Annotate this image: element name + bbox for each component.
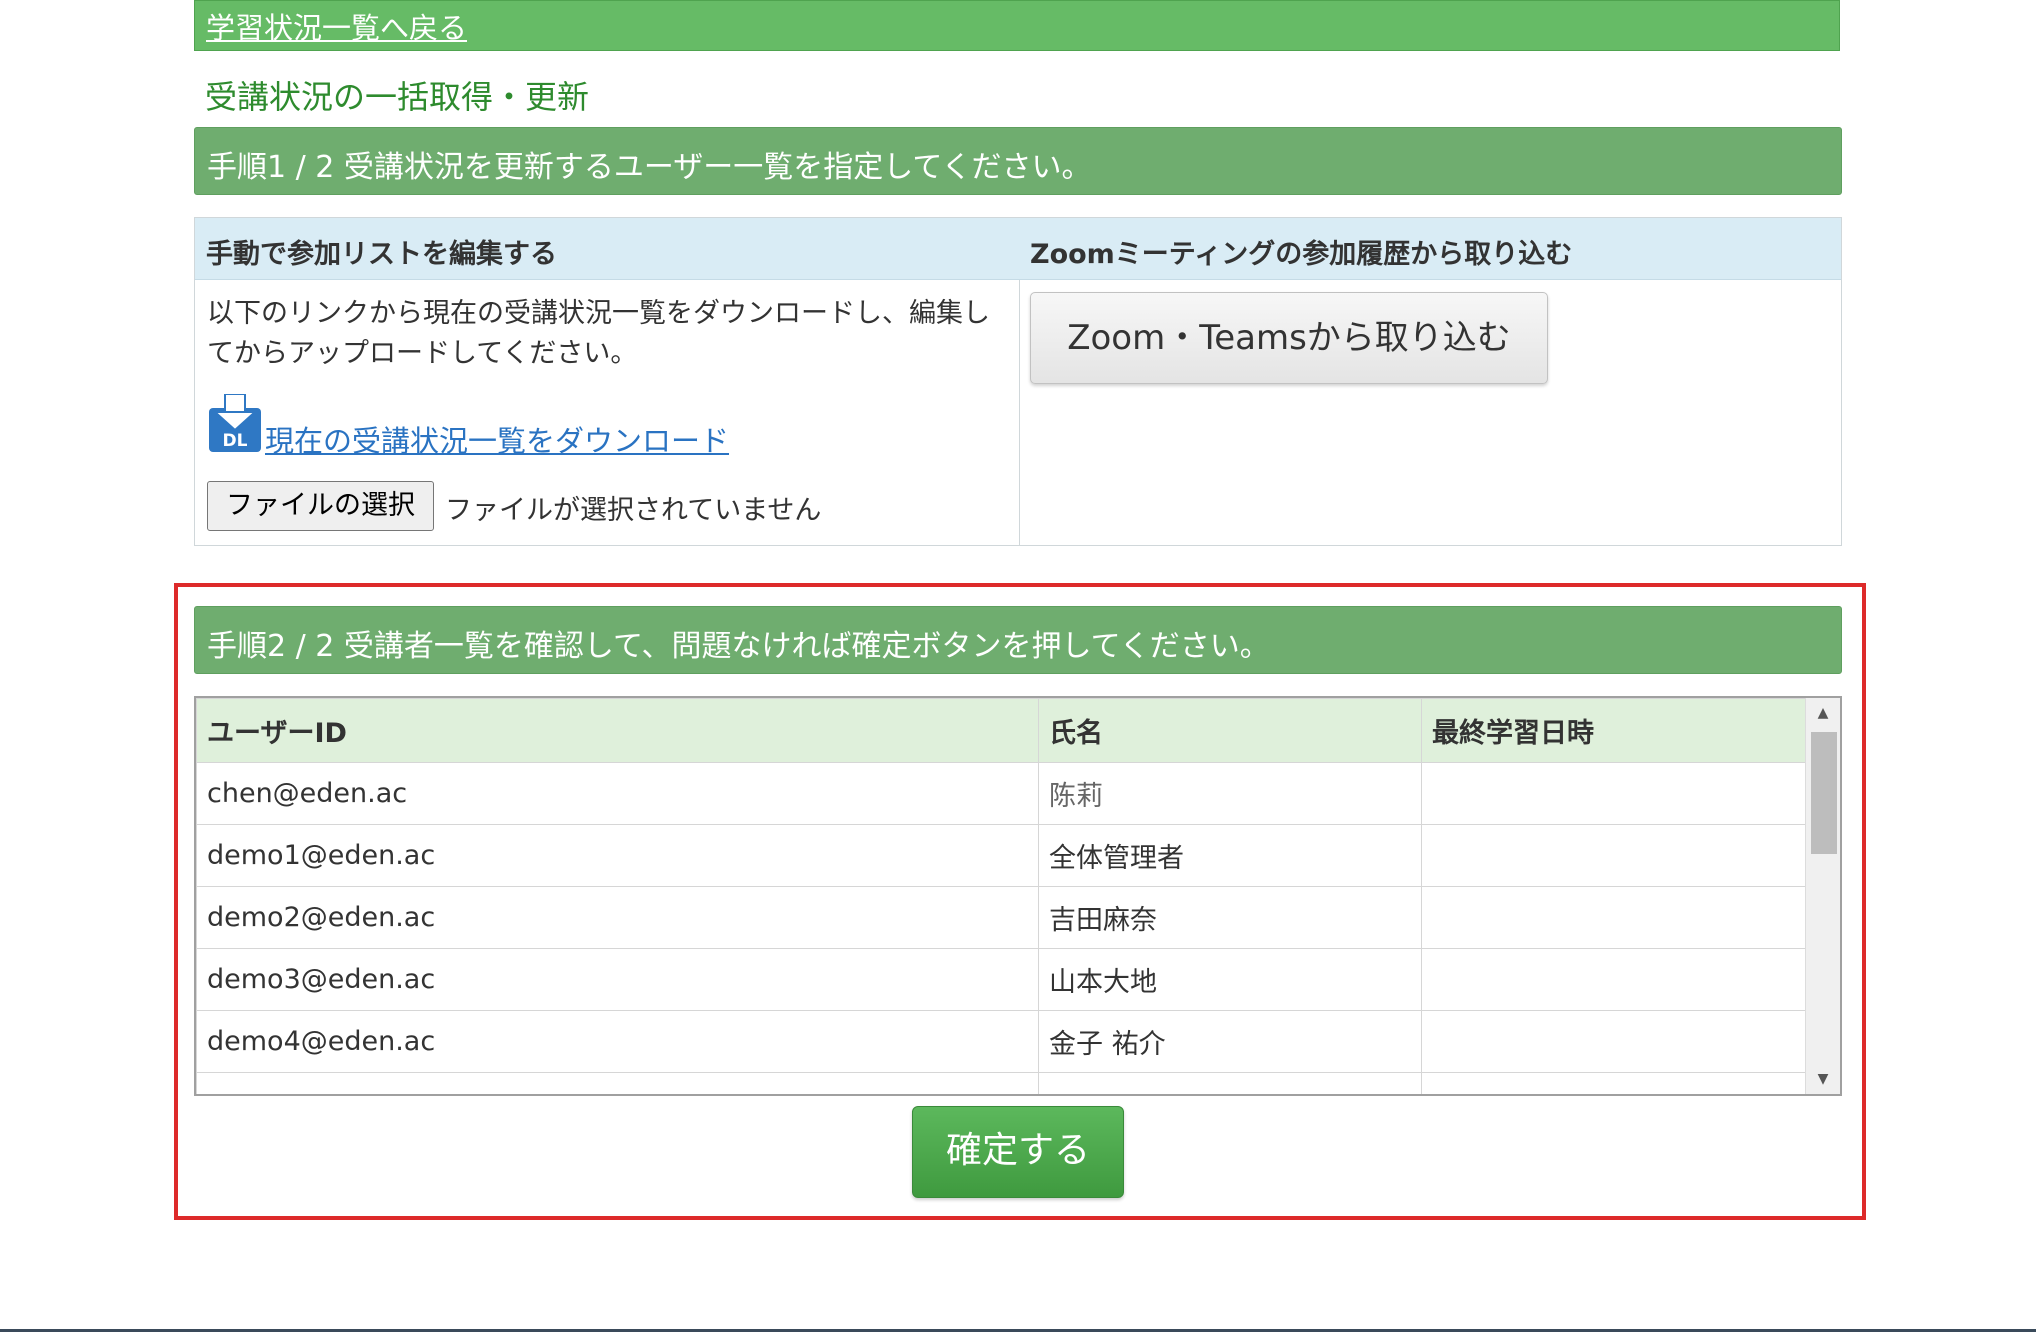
manual-edit-header: 手動で参加リストを編集する: [195, 218, 1019, 280]
cell-name: 山本大地: [1038, 948, 1422, 1011]
step2-header: 手順2 / 2 受講者一覧を確認して、問題なければ確定ボタンを押してください。: [194, 606, 1842, 674]
zoom-teams-import-button[interactable]: Zoom・Teamsから取り込む: [1030, 292, 1548, 384]
cell-last-study: [1421, 762, 1807, 825]
cell-name: 金子 祐介: [1038, 1010, 1422, 1073]
scrollbar-thumb[interactable]: [1811, 732, 1837, 854]
table-row: demo4@eden.ac 金子 祐介: [196, 1010, 1807, 1073]
cell-user-id: [196, 1072, 1039, 1094]
download-status-link[interactable]: 現在の受講状況一覧をダウンロード: [265, 418, 729, 460]
download-icon[interactable]: DL: [209, 394, 261, 452]
step1-panel: 手動で参加リストを編集する 以下のリンクから現在の受講状況一覧をダウンロードし、…: [194, 217, 1842, 546]
cell-user-id: demo4@eden.ac: [196, 1010, 1039, 1073]
column-header-name: 氏名: [1038, 698, 1422, 763]
cell-last-study: [1421, 886, 1807, 949]
top-nav-bar: 学習状況一覧へ戻る: [194, 0, 1840, 51]
confirm-button[interactable]: 確定する: [912, 1106, 1124, 1198]
table-row: demo1@eden.ac 全体管理者: [196, 824, 1807, 887]
table-row: demo2@eden.ac 吉田麻奈: [196, 886, 1807, 949]
scroll-up-arrow-icon[interactable]: ▲: [1806, 698, 1840, 728]
choose-file-button[interactable]: ファイルの選択: [207, 481, 434, 531]
file-status-text: ファイルが選択されていません: [445, 495, 822, 526]
cell-name: [1038, 1072, 1422, 1094]
cell-name: 陈莉: [1038, 762, 1422, 825]
cell-last-study: [1421, 948, 1807, 1011]
cell-last-study: [1421, 1072, 1807, 1094]
cell-user-id: chen@eden.ac: [196, 762, 1039, 825]
zoom-import-header: Zoomミーティングの参加履歴から取り込む: [1019, 218, 1841, 280]
table-scrollbar[interactable]: ▲ ▼: [1805, 698, 1840, 1094]
zoom-import-column: Zoomミーティングの参加履歴から取り込む Zoom・Teamsから取り込む: [1019, 218, 1841, 545]
manual-edit-description: 以下のリンクから現在の受講状況一覧をダウンロードし、編集してからアップロードして…: [207, 298, 990, 369]
column-header-last-study: 最終学習日時: [1421, 698, 1807, 763]
dl-icon-text: DL: [223, 431, 248, 451]
cell-name: 全体管理者: [1038, 824, 1422, 887]
participant-table-container[interactable]: ユーザーID 氏名 最終学習日時 chen@eden.ac 陈莉 demo1@e…: [194, 696, 1842, 1096]
back-to-list-link[interactable]: 学習状況一覧へ戻る: [206, 5, 467, 47]
participant-table: ユーザーID 氏名 最終学習日時 chen@eden.ac 陈莉 demo1@e…: [196, 698, 1807, 1094]
table-row: demo3@eden.ac 山本大地: [196, 948, 1807, 1011]
cell-last-study: [1421, 824, 1807, 887]
page-title: 受講状況の一括取得・更新: [205, 78, 590, 116]
table-header-row: ユーザーID 氏名 最終学習日時: [196, 698, 1807, 763]
manual-edit-column: 手動で参加リストを編集する 以下のリンクから現在の受講状況一覧をダウンロードし、…: [195, 218, 1020, 545]
scroll-down-arrow-icon[interactable]: ▼: [1806, 1064, 1840, 1094]
cell-user-id: demo3@eden.ac: [196, 948, 1039, 1011]
cell-name: 吉田麻奈: [1038, 886, 1422, 949]
step1-header: 手順1 / 2 受講状況を更新するユーザー一覧を指定してください。: [194, 127, 1842, 195]
table-row: [196, 1072, 1807, 1094]
cell-last-study: [1421, 1010, 1807, 1073]
column-header-user-id: ユーザーID: [196, 698, 1039, 763]
table-row: chen@eden.ac 陈莉: [196, 762, 1807, 825]
cell-user-id: demo2@eden.ac: [196, 886, 1039, 949]
cell-user-id: demo1@eden.ac: [196, 824, 1039, 887]
